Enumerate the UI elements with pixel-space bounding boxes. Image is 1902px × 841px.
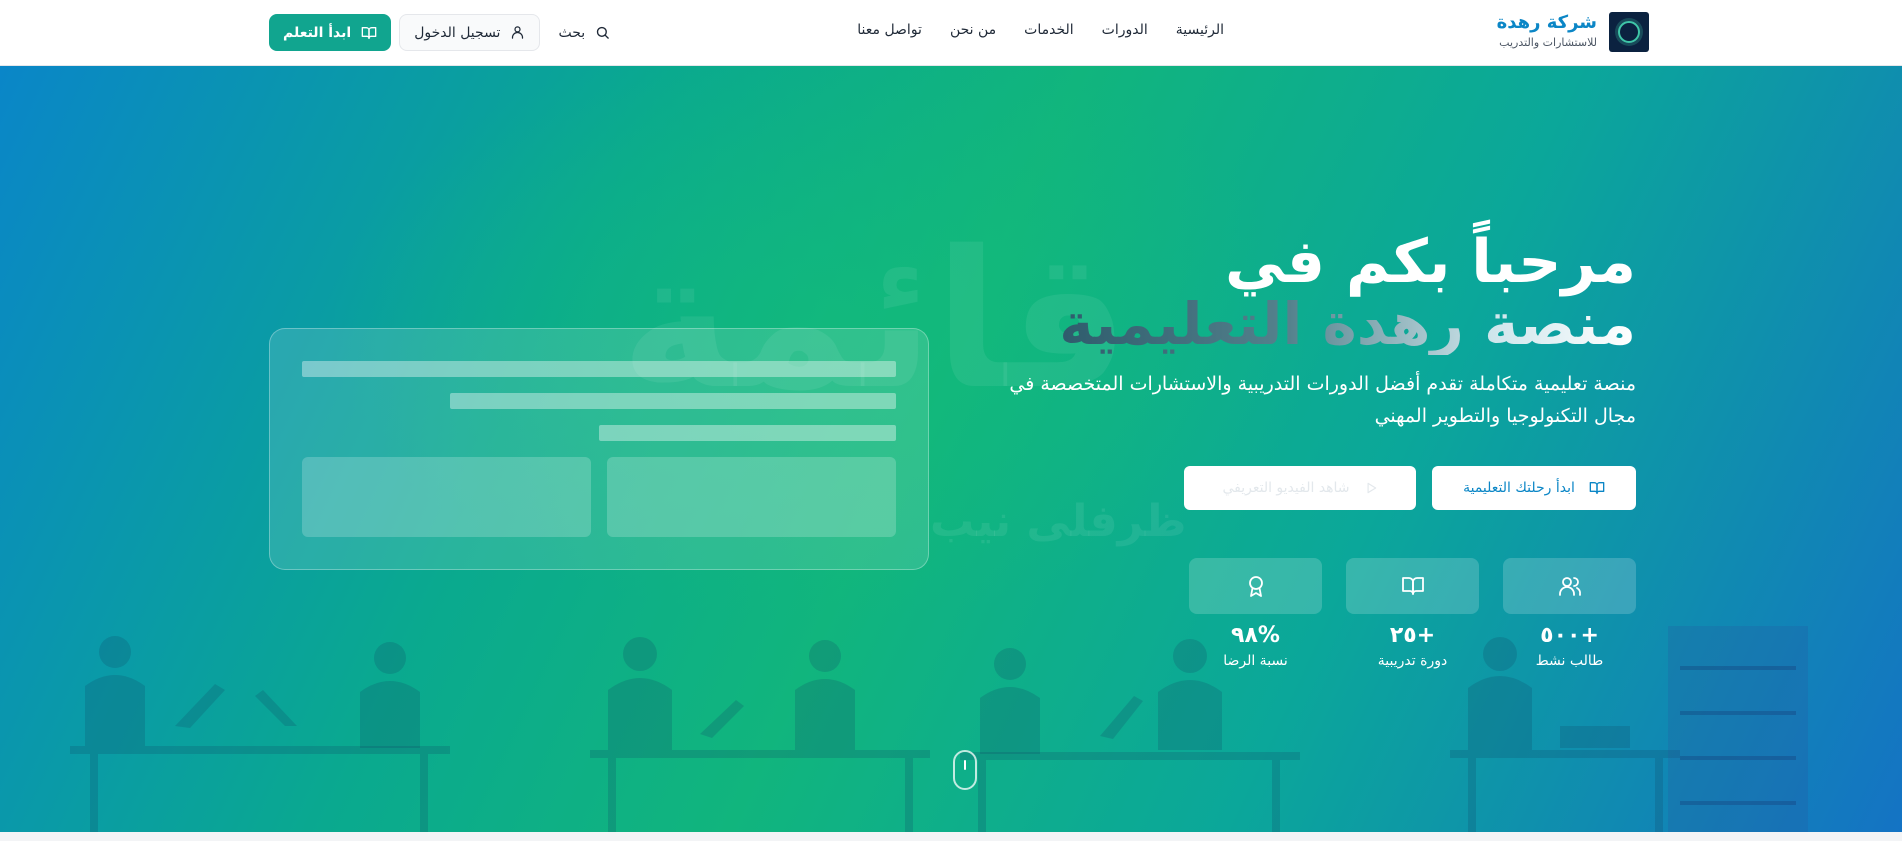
hero-title: مرحباً بكم في منصة رهدة التعليمية [1059,231,1636,355]
stat-students-icon-box [1503,558,1636,614]
stat-students: +٥٠٠ طالب نشط [1503,558,1636,670]
start-learning-button[interactable]: ابدأ التعلم [269,14,392,51]
search-label: بحث [558,24,586,41]
stats-row: +٥٠٠ طالب نشط +٢٥ دورة تدريبية %٩٨ نسبة … [1189,558,1636,670]
main-nav: الرئيسية الدورات الخدمات من نحن تواصل مع… [857,22,1224,38]
book-open-icon [361,25,377,41]
hero-title-line2: منصة رهدة التعليمية [1059,290,1636,358]
start-learning-label: ابدأ التعلم [283,24,352,41]
brand[interactable]: شركة رهدة للاستشارات والتدريب [1497,12,1649,52]
book-icon [1401,574,1425,598]
skeleton-line [450,393,896,409]
nav-link-services[interactable]: الخدمات [1024,22,1074,38]
brand-logo [1609,12,1649,52]
award-icon [1244,574,1268,598]
stat-courses-icon-box [1346,558,1479,614]
nav-link-contact[interactable]: تواصل معنا [857,22,922,38]
nav-link-home[interactable]: الرئيسية [1176,22,1224,38]
nav-link-about[interactable]: من نحن [950,22,996,38]
stat-courses-value: +٢٥ [1389,623,1436,648]
watch-video-label: شاهد الفيديو التعريفي [1222,480,1350,496]
hero-description: منصة تعليمية متكاملة تقدم أفضل الدورات ا… [1009,373,1636,427]
nav-actions: ابدأ التعلم تسجيل الدخول بحث [269,14,620,51]
play-icon [1364,481,1378,495]
book-open-icon [1589,480,1605,496]
page-bottom-strip [0,832,1902,841]
stat-courses: +٢٥ دورة تدريبية [1346,558,1479,670]
hero-section: قائمة ظرفلى نيب مرحباً بكم في منصة رهدة … [0,66,1902,832]
hero-title-line1: مرحباً بكم في [1225,227,1636,297]
stat-students-value: +٥٠٠ [1540,623,1599,648]
start-journey-label: ابدأ رحلتك التعليمية [1463,480,1575,496]
stat-students-label: طالب نشط [1535,653,1604,669]
stat-courses-label: دورة تدريبية [1377,653,1448,669]
search-icon [595,25,610,40]
brand-tagline: للاستشارات والتدريب [1499,36,1597,49]
stat-satisfaction: %٩٨ نسبة الرضا [1189,558,1322,670]
hero-watermark-small: ظرفلى نيب [930,496,1187,547]
scroll-down-indicator[interactable] [953,750,977,790]
skeleton-tile [302,457,591,537]
stat-satisfaction-label: نسبة الرضا [1223,653,1288,669]
watch-video-button[interactable]: شاهد الفيديو التعريفي [1184,466,1416,510]
brand-text: شركة رهدة للاستشارات والتدريب [1497,13,1597,51]
login-label: تسجيل الدخول [414,24,501,41]
skeleton-line [599,425,896,441]
top-navbar: شركة رهدة للاستشارات والتدريب الرئيسية ا… [0,0,1902,66]
brand-name: شركة رهدة [1496,12,1597,33]
user-icon [510,25,525,40]
hero-buttons: ابدأ رحلتك التعليمية شاهد الفيديو التعري… [1184,466,1636,510]
hero-preview-card [269,328,929,570]
stat-satisfaction-value: %٩٨ [1231,623,1280,648]
skeleton-line [302,361,896,377]
search-button[interactable]: بحث [548,14,620,51]
users-icon [1558,574,1582,598]
start-journey-button[interactable]: ابدأ رحلتك التعليمية [1432,466,1636,510]
skeleton-tile [607,457,896,537]
stat-satisfaction-icon-box [1189,558,1322,614]
login-button[interactable]: تسجيل الدخول [399,14,541,51]
nav-link-courses[interactable]: الدورات [1102,22,1148,38]
